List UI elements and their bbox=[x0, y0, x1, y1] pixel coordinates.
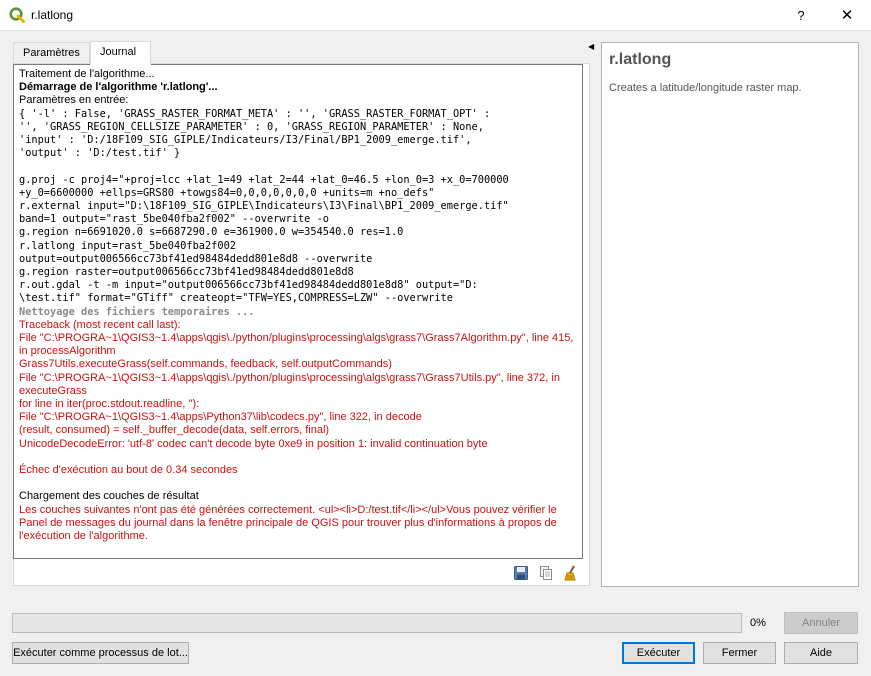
log-line: r.external input="D:\18F109_SIG_GIPLE\In… bbox=[19, 200, 509, 213]
close-button[interactable]: Fermer bbox=[703, 642, 776, 664]
log-line: +y_0=6600000 +ellps=GRS80 +towgs84=0,0,0… bbox=[19, 186, 435, 199]
log-line: g.region raster=output006566cc73bf41ed98… bbox=[19, 266, 354, 279]
log-line: '', 'GRASS_REGION_CELLSIZE_PARAMETER' : … bbox=[19, 120, 484, 133]
help-description: Creates a latitude/longitude raster map. bbox=[609, 82, 802, 94]
log-line: UnicodeDecodeError: 'utf-8' codec can't … bbox=[19, 437, 488, 450]
log-output[interactable]: Traitement de l'algorithme... Démarrage d… bbox=[13, 64, 583, 559]
log-line: Traceback (most recent call last): bbox=[19, 318, 181, 331]
title-bar: r.latlong ? ✕ bbox=[0, 0, 871, 31]
progress-bar bbox=[12, 613, 742, 633]
log-line: Chargement des couches de résultat bbox=[19, 490, 199, 503]
window-title: r.latlong bbox=[31, 8, 74, 22]
log-line: { '-l' : False, 'GRASS_RASTER_FORMAT_MET… bbox=[19, 107, 491, 120]
qgis-logo-icon bbox=[9, 7, 25, 23]
log-line: r.latlong input=rast_5be040fba2f002 bbox=[19, 239, 236, 252]
log-line: \test.tif" format="GTiff" createopt="TFW… bbox=[19, 292, 453, 305]
log-line: File "C:\PROGRA~1\QGIS3~1.4\apps\Python3… bbox=[19, 411, 422, 424]
log-line: r.out.gdal -t -m input="output006566cc73… bbox=[19, 279, 478, 292]
help-panel: r.latlong Creates a latitude/longitude r… bbox=[601, 42, 859, 587]
log-line: l'exécution de l'algorithme. bbox=[19, 530, 148, 543]
tab-journal[interactable]: Journal bbox=[90, 41, 151, 65]
log-line: output=output006566cc73bf41ed98484dedd80… bbox=[19, 252, 373, 265]
run-batch-button[interactable]: Exécuter comme processus de lot... bbox=[12, 642, 189, 664]
log-line: File "C:\PROGRA~1\QGIS3~1.4\apps\qgis\./… bbox=[19, 371, 560, 384]
log-line: g.region n=6691020.0 s=6687290.0 e=36190… bbox=[19, 226, 404, 239]
log-line: g.proj -c proj4="+proj=lcc +lat_1=49 +la… bbox=[19, 173, 509, 186]
run-button[interactable]: Exécuter bbox=[622, 642, 695, 664]
save-log-icon[interactable] bbox=[513, 565, 529, 581]
log-line: Nettoyage des fichiers temporaires ... bbox=[19, 305, 255, 318]
log-line: Paramètres en entrée: bbox=[19, 94, 129, 107]
log-line: executeGrass bbox=[19, 384, 87, 397]
log-line: Les couches suivantes n'ont pas été géné… bbox=[19, 503, 557, 516]
help-dialog-button[interactable]: Aide bbox=[784, 642, 858, 664]
log-line: 'output' : 'D:/test.tif' } bbox=[19, 147, 181, 160]
close-window-button[interactable]: ✕ bbox=[830, 5, 864, 27]
help-button[interactable]: ? bbox=[786, 5, 816, 27]
log-line: band=1 output="rast_5be040fba2f002" --ov… bbox=[19, 213, 329, 226]
copy-log-icon[interactable] bbox=[538, 565, 554, 581]
log-line: 'input' : 'D:/18F109_SIG_GIPLE/Indicateu… bbox=[19, 134, 472, 147]
help-title: r.latlong bbox=[609, 51, 672, 68]
progress-percent: 0% bbox=[750, 617, 766, 629]
log-line: Traitement de l'algorithme... bbox=[19, 68, 155, 80]
log-line: Démarrage de l'algorithme 'r.latlong'... bbox=[19, 81, 218, 94]
log-line: Échec d'exécution au bout de 0.34 second… bbox=[19, 464, 238, 477]
log-line: Grass7Utils.executeGrass(self.commands, … bbox=[19, 358, 392, 371]
log-line: in processAlgorithm bbox=[19, 345, 116, 358]
cancel-button[interactable]: Annuler bbox=[784, 612, 858, 634]
log-line: for line in iter(proc.stdout.readline, '… bbox=[19, 398, 200, 411]
tab-parametres[interactable]: Paramètres bbox=[13, 42, 90, 64]
log-line: File "C:\PROGRA~1\QGIS3~1.4\apps\qgis\./… bbox=[19, 332, 574, 345]
collapse-help-arrow-icon[interactable]: ◀ bbox=[588, 42, 594, 51]
log-line: Panel de messages du journal dans la fen… bbox=[19, 516, 557, 529]
clear-log-icon[interactable] bbox=[563, 565, 579, 581]
log-line: (result, consumed) = self._buffer_decode… bbox=[19, 424, 330, 437]
